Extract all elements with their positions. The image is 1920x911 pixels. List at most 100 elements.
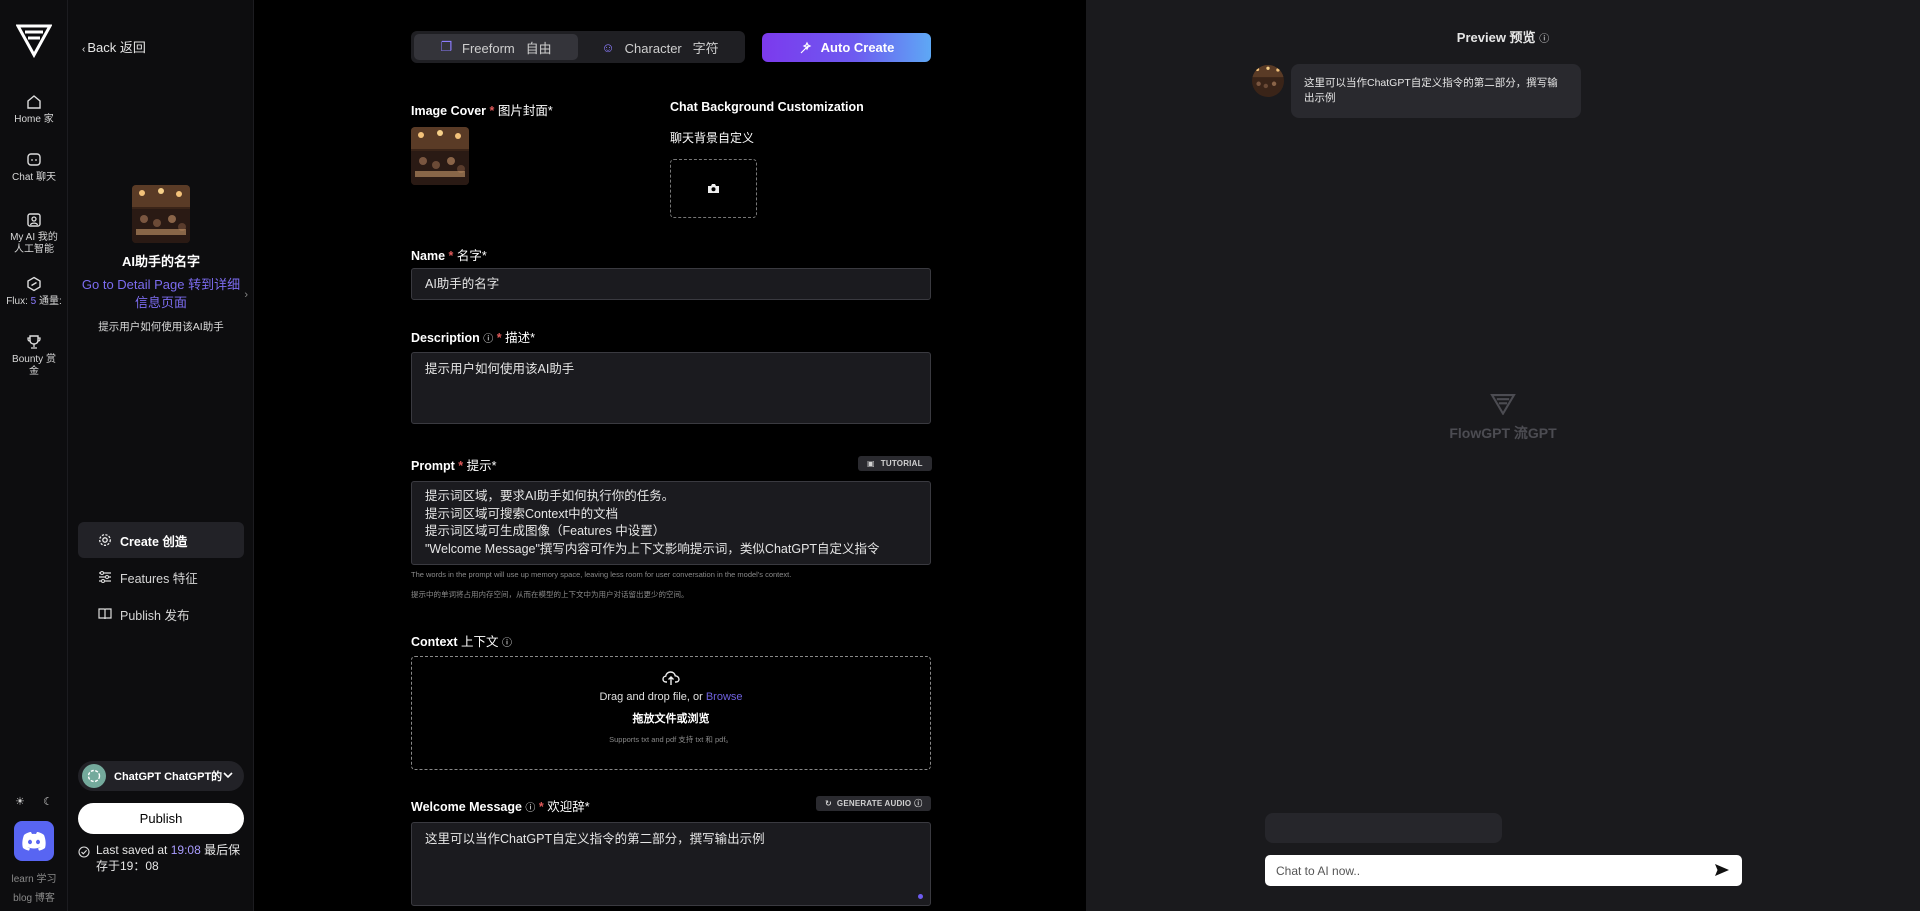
model-select-label: ChatGPT ChatGPT的 (114, 771, 223, 783)
prompt-note-en: The words in the prompt will use up memo… (411, 570, 792, 579)
check-circle-icon (78, 846, 90, 858)
rail-my-ai[interactable]: My AI 我的人工智能 (0, 212, 68, 256)
rail-my-ai-label: My AI 我的人工智能 (10, 232, 58, 255)
chevron-down-icon (223, 772, 233, 779)
cloud-upload-icon (662, 671, 680, 685)
back-link[interactable]: ‹ Back 返回 (82, 37, 146, 56)
rail-home[interactable]: Home 家 (0, 94, 68, 126)
description-textarea[interactable]: 提示用户如何使用该AI助手 (411, 352, 931, 424)
rail-flux[interactable]: Flux: 5 通量: (0, 276, 68, 308)
discord-icon (22, 832, 46, 851)
back-label: Back 返回 (87, 40, 146, 55)
chat-bg-upload[interactable] (670, 159, 757, 218)
mode-switch: ❐ Freeform 自由 ☺ Character 字符 (411, 31, 745, 63)
nav-create-label: Create 创造 (120, 534, 188, 549)
rail-chat[interactable]: Chat 聊天 (0, 152, 68, 184)
sliders-icon (99, 571, 111, 583)
context-label: Context 上下文 ⓘ (411, 635, 513, 649)
rail-bounty-label: Bounty 赏金 (12, 354, 56, 377)
nav-publish-label: Publish 发布 (120, 608, 190, 623)
rail-blog-link[interactable]: blog 博客 (0, 889, 68, 904)
resize-dot (918, 894, 923, 899)
auto-create-button[interactable]: Auto Create (762, 33, 931, 62)
chevron-right-icon: › (244, 289, 248, 301)
assistant-name: AI助手的名字 (121, 254, 200, 269)
rail-bounty[interactable]: Bounty 赏金 (0, 334, 68, 378)
detail-page-link[interactable]: Go to Detail Page 转到详细信息页面 › (76, 276, 248, 312)
preview-avatar (1252, 65, 1284, 97)
info-icon: ⓘ (525, 803, 536, 814)
detail-page-label: Go to Detail Page 转到详细信息页面 (81, 277, 241, 310)
cover-image (411, 127, 469, 185)
trophy-icon (27, 335, 41, 349)
sun-icon[interactable]: ☀ (15, 795, 25, 811)
openai-icon (82, 764, 106, 788)
publish-button[interactable]: Publish (78, 803, 244, 834)
rail-flux-label: Flux: 5 通量: (6, 296, 62, 307)
assistant-description: 提示用户如何使用该AI助手 (98, 321, 224, 333)
bot-avatar-image (1252, 65, 1284, 97)
assistant-avatar (132, 185, 190, 243)
flux-icon (27, 276, 41, 292)
gear-icon (99, 534, 111, 546)
chat-bg-label: Chat Background Customization (670, 100, 864, 114)
welcome-text: 这里可以当作ChatGPT自定义指令的第二部分，撰写输出示例 (425, 832, 765, 846)
prompt-line: "Welcome Message"撰写内容可作为上下文影响提示词，类似ChatG… (425, 541, 880, 556)
mode-freeform[interactable]: ❐ Freeform 自由 (414, 34, 578, 60)
preview-panel: Preview 预览 ⓘ 这里可以当作ChatGPT自定义指令的第二部分，撰写输… (1086, 0, 1920, 911)
chat-input[interactable]: Chat to AI now.. (1265, 855, 1742, 886)
browse-link[interactable]: Browse (706, 691, 743, 703)
prompt-label: Prompt * 提示* (411, 459, 497, 473)
model-select[interactable]: ChatGPT ChatGPT的 (78, 761, 244, 791)
drop-instruction-cn: 拖放文件或浏览 (632, 713, 710, 725)
user-icon (27, 213, 41, 227)
nav-publish[interactable]: Publish 发布 (78, 596, 244, 632)
builder-form: ❐ Freeform 自由 ☺ Character 字符 Auto Create I… (254, 0, 1086, 911)
book-icon: ▣ (867, 459, 875, 468)
info-icon: ⓘ (914, 799, 923, 808)
mode-character[interactable]: ☺ Character 字符 (578, 34, 742, 60)
moon-icon[interactable]: ☾ (43, 795, 53, 811)
drop-instruction: Drag and drop file, or Browse (599, 691, 743, 703)
prompt-note-cn: 提示中的单词将占用内存空间，从而在模型的上下文中为用户对话留出更少的空间。 (411, 590, 689, 599)
send-icon[interactable] (1714, 862, 1730, 878)
builder-sidebar: ‹ Back 返回 AI助手的名字 Go to Detail Page 转到详细信… (68, 0, 254, 911)
rail-chat-label: Chat 聊天 (12, 172, 56, 183)
info-icon: ⓘ (483, 334, 494, 345)
generate-audio-button[interactable]: ↻ GENERATE AUDIO ⓘ (816, 796, 932, 811)
preview-watermark: FlowGPT 流GPT (1086, 393, 1920, 443)
preview-title: Preview 预览 ⓘ (1456, 30, 1550, 45)
nav-features[interactable]: Features 特征 (78, 559, 244, 595)
chat-bg-label-cn: 聊天背景自定义 (670, 131, 755, 145)
flowgpt-logo[interactable] (16, 22, 52, 58)
theme-toggle[interactable]: ☀ ☾ (15, 795, 53, 811)
discord-button[interactable] (14, 821, 54, 861)
chat-icon (27, 153, 41, 166)
suggestion-pill[interactable] (1265, 813, 1502, 843)
prompt-textarea[interactable]: 提示词区域，要求AI助手如何执行你的任务。 提示词区域可搜索Context中的文… (411, 481, 931, 565)
tutorial-button[interactable]: ▣ TUTORIAL (858, 456, 932, 471)
auto-create-label: Auto Create (820, 40, 895, 55)
nav-features-label: Features 特征 (120, 571, 198, 586)
prompt-line: 提示词区域可搜索Context中的文档 (425, 506, 619, 521)
description-label: Description ⓘ * 描述* (411, 331, 535, 345)
nav-create[interactable]: Create 创造 (78, 522, 244, 558)
assistant-cover-image (132, 185, 190, 243)
saved-time: 19:08 (170, 843, 201, 857)
pages-icon: ❐ (440, 39, 453, 54)
rail-home-label: Home 家 (14, 114, 54, 125)
context-dropzone[interactable]: Drag and drop file, or Browse 拖放文件或浏览 Su… (411, 656, 931, 770)
chevron-left-icon: ‹ (82, 44, 86, 55)
home-icon (27, 95, 41, 109)
welcome-textarea[interactable]: 这里可以当作ChatGPT自定义指令的第二部分，撰写输出示例 (411, 822, 931, 906)
preview-welcome-bubble: 这里可以当作ChatGPT自定义指令的第二部分，撰写输出示例 (1291, 64, 1581, 118)
flowgpt-logo (1490, 394, 1516, 416)
image-cover-upload[interactable] (411, 127, 469, 185)
name-label: Name * 名字* (411, 249, 487, 263)
camera-icon (708, 184, 719, 193)
rail-learn-link[interactable]: learn 学习 (0, 870, 68, 885)
info-icon: ⓘ (1539, 34, 1550, 45)
prompt-line: 提示词区域可生成图像（Features 中设置） (425, 524, 666, 538)
name-input[interactable]: AI助手的名字 (411, 268, 931, 300)
last-saved-status: Last saved at 19:08 最后保存于19：08 (78, 842, 250, 874)
